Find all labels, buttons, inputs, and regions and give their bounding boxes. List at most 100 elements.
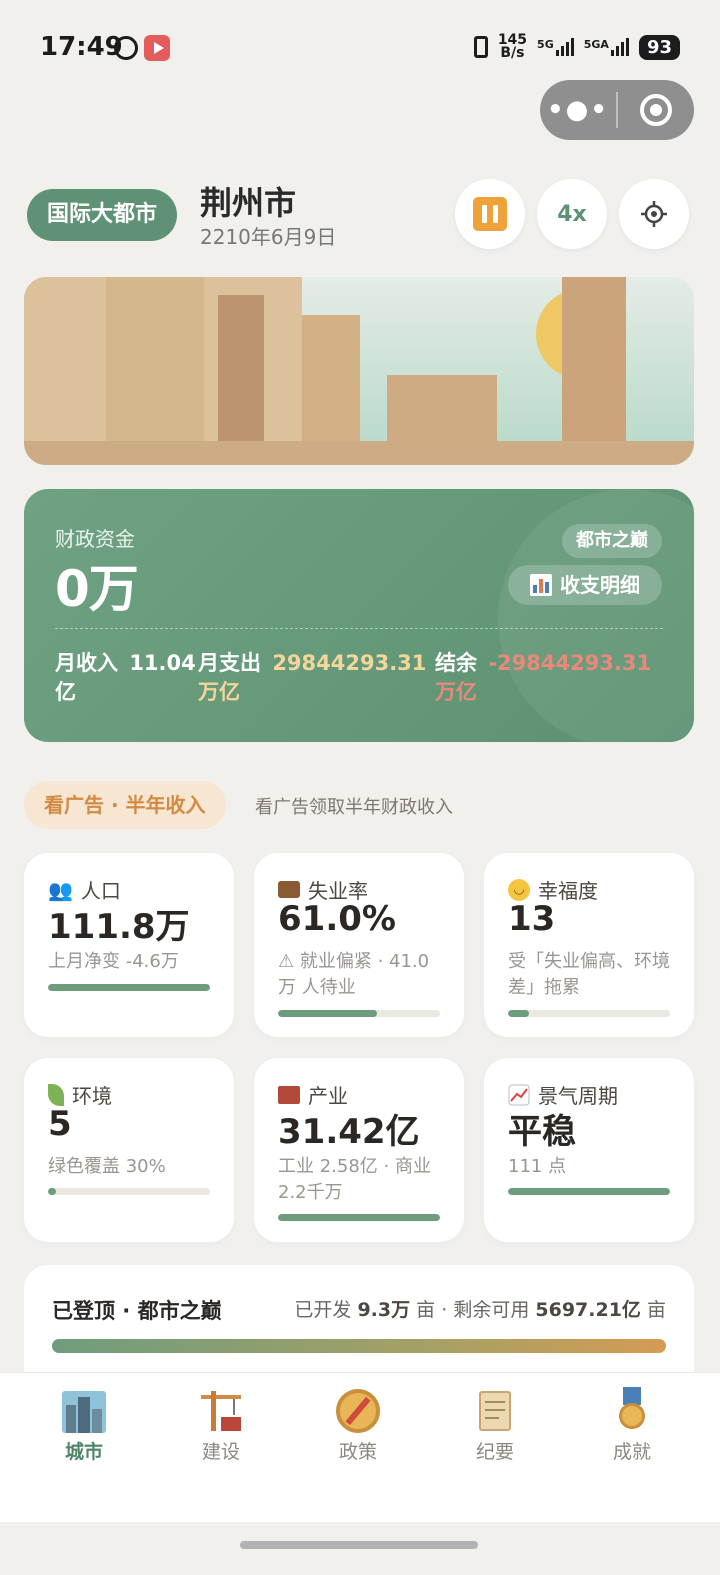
speed-label: 4x [557,201,587,227]
stat-progress-fill [48,984,210,991]
city-skyline-illustration [24,277,694,465]
balance-unit: 万亿 [435,680,477,704]
stat-progress [278,1214,440,1221]
city-level-badge: 国际大都市 [27,189,178,241]
trend-up-icon [508,1084,530,1105]
factory-icon [278,1085,300,1104]
remaining-label: 剩余可用 [453,1299,530,1321]
more-menu-button[interactable]: •●• [540,80,616,140]
status-time: 17:49 [40,32,123,62]
stat-subtext: 工业 2.58亿 · 商业 2.2千万 [278,1156,431,1203]
stat-subtext: 上月净变 -4.6万 [48,951,179,972]
stat-subtext: 111 点 [508,1156,567,1177]
tab-label: 政策 [338,1441,377,1463]
stat-value: 13 [508,899,556,939]
tab-label: 纪要 [475,1441,514,1463]
finance-value: 0万 [55,560,139,618]
income-value: 11.04 [129,651,196,675]
bottom-tab-bar: 城市 建设 政策 纪要 成就 [0,1372,720,1522]
gear-icon [641,201,667,227]
developed-value: 9.3万 [357,1299,411,1321]
bar-chart-icon [530,574,552,596]
stat-progress-fill [48,1188,57,1195]
speed-button[interactable]: 4x [537,179,607,249]
finance-card: 财政资金 0万 都市之巅 收支明细 月收入 11.04 亿 月支出 298442… [24,489,694,742]
land-progress-bar [52,1339,666,1353]
stat-progress [278,1010,440,1017]
target-close-icon [640,94,672,126]
stat-progress [508,1188,670,1195]
separator-dot: · [441,1299,454,1321]
expense-unit: 万亿 [198,680,240,704]
finance-label: 财政资金 [55,527,135,551]
balance: 结余 -29844293.31 万亿 [435,649,675,707]
stat-progress [48,984,210,991]
game-date: 2210年6月9日 [200,225,337,249]
tab-build[interactable]: 建设 [171,1387,271,1464]
stat-progress-fill [278,1214,440,1221]
stat-progress [48,1188,210,1195]
stat-card-unemployment[interactable]: 失业率 61.0% ⚠ 就业偏紧 · 41.0万 人待业 [254,853,464,1037]
vibrate-icon [473,36,488,58]
battery-level: 93 [638,34,680,60]
home-indicator[interactable] [240,1541,478,1549]
stat-progress [508,1010,670,1017]
close-miniprogram-button[interactable] [618,80,694,140]
detail-button-label: 收支明细 [560,573,640,597]
stat-subtext: 受「失业偏高、环境差」拖累 [508,951,670,998]
tab-label: 建设 [201,1441,240,1463]
remaining-unit: 亩 [646,1299,666,1321]
alarm-icon [114,36,138,60]
tab-achievements[interactable]: 成就 [582,1387,682,1464]
income-label: 月收入 [55,651,118,675]
remaining-value: 5697.21亿 [535,1299,641,1321]
tab-label: 城市 [64,1441,103,1463]
signal-5g: 5G [537,38,574,56]
developed-label: 已开发 [294,1299,352,1321]
stat-value: 111.8万 [48,907,190,947]
stat-card-population[interactable]: 👥 人口 111.8万 上月净变 -4.6万 [24,853,234,1037]
signal-5ga: 5GA [584,38,629,56]
tab-label: 成就 [612,1441,651,1463]
city-icon [60,1387,108,1433]
pause-button[interactable] [455,179,525,249]
income-unit: 亿 [55,680,76,704]
monthly-expense: 月支出 29844293.31 万亿 [198,649,438,707]
expense-label: 月支出 [198,651,261,675]
divider [55,628,663,629]
crane-icon [197,1387,245,1433]
stat-card-environment[interactable]: 环境 5 绿色覆盖 30% [24,1058,234,1242]
status-right: 145 B/s 5G 5GA 93 [473,32,680,61]
land-title: 已登顶 · 都市之巅 [52,1299,222,1323]
stat-card-industry[interactable]: 产业 31.42亿 工业 2.58亿 · 商业 2.2千万 [254,1058,464,1242]
stat-progress-fill [508,1188,670,1195]
stat-card-happiness[interactable]: ◡ 幸福度 13 受「失业偏高、环境差」拖累 [484,853,694,1037]
land-info: 已开发 9.3万 亩 · 剩余可用 5697.21亿 亩 [294,1295,666,1322]
stat-value: 61.0% [278,899,396,939]
network-speed: 145 B/s [497,32,528,61]
people-icon: 👥 [48,877,73,902]
tab-city[interactable]: 城市 [34,1387,134,1464]
tab-records[interactable]: 纪要 [445,1387,545,1464]
stat-title: 环境 [72,1084,112,1108]
more-dots-icon: •●• [547,95,609,125]
leaf-icon [48,1083,64,1106]
developed-unit: 亩 [416,1299,436,1321]
pause-icon [473,197,507,231]
stat-card-business-cycle[interactable]: 景气周期 平稳 111 点 [484,1058,694,1242]
settings-button[interactable] [619,179,689,249]
stat-subtext: 绿色覆盖 30% [48,1156,166,1177]
stat-value: 31.42亿 [278,1112,420,1152]
compass-icon [334,1387,382,1433]
briefcase-icon [278,881,300,898]
monthly-income: 月收入 11.04 亿 [55,649,197,707]
ad-description: 看广告领取半年财政收入 [255,797,453,818]
tab-policy[interactable]: 政策 [308,1387,408,1464]
city-name: 荆州市 [200,184,297,222]
expense-value: 29844293.31 [272,651,427,675]
tier-tag: 都市之巅 [562,524,662,558]
stat-subtext: ⚠ 就业偏紧 · 41.0万 人待业 [278,951,430,998]
watch-ad-button[interactable]: 看广告 · 半年收入 [24,781,226,829]
income-expense-detail-button[interactable]: 收支明细 [508,565,662,605]
balance-value: -29844293.31 [488,651,652,675]
